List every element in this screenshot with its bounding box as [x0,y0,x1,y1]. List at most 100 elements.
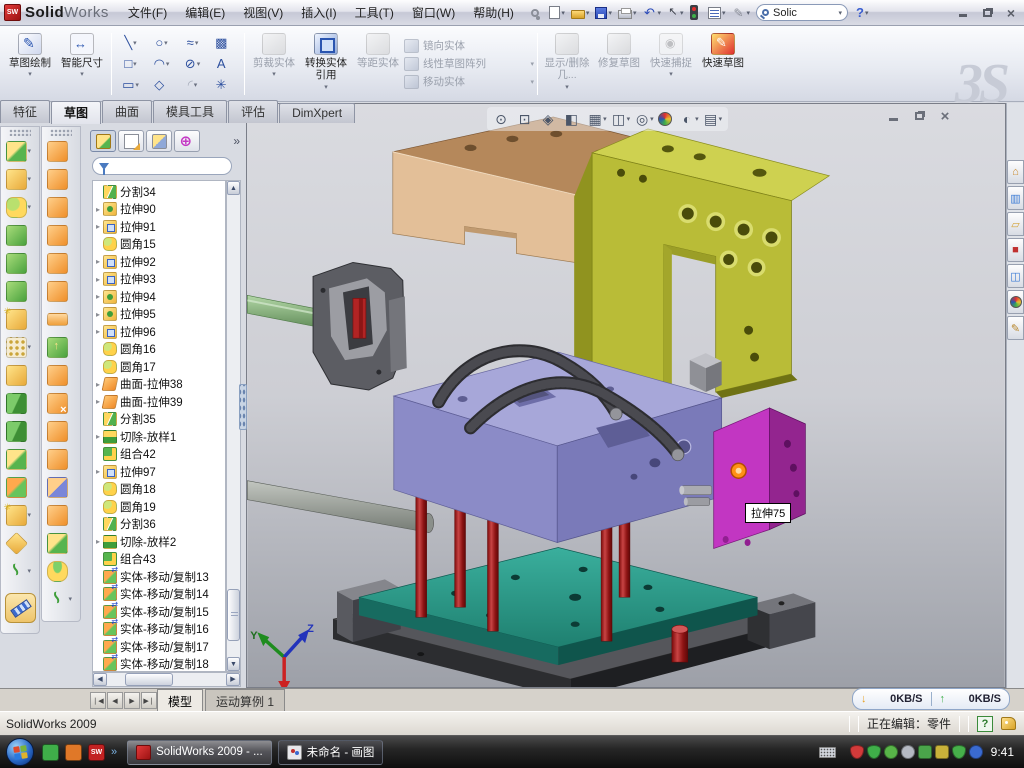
dropdown-arrow-icon[interactable]: ▾ [650,115,654,123]
view-tool-button[interactable]: ◎ ▾ [634,111,654,128]
view-tool-button[interactable]: ⊡ ▾ [517,111,537,128]
scroll-down-button[interactable]: ▼ [227,657,240,671]
dropdown-arrow-icon[interactable]: ▾ [680,9,684,17]
toolbar-button[interactable]: ↖ ▾ [665,3,686,23]
dropdown-arrow-icon[interactable]: ▾ [28,567,35,575]
menu-item[interactable]: 视图(V) [234,0,292,25]
quick-launch-icon[interactable] [42,744,59,761]
input-method-icon[interactable] [819,747,836,758]
ribbon-tab[interactable]: 草图 [51,101,101,124]
menu-item[interactable]: 插入(I) [292,0,345,25]
view-tool-button[interactable]: ◫ ▾ [611,111,631,128]
dropdown-arrow-icon[interactable]: ▾ [272,70,276,78]
toolbar-button[interactable]: ↶ ▾ [640,3,663,23]
surface-tool-button[interactable]: ▾ [42,417,80,445]
toolbar-button[interactable]: ▾ [529,3,546,23]
command-button[interactable]: 快速草图 ▾ [697,29,749,99]
dropdown-arrow-icon[interactable]: ▾ [28,343,35,351]
surface-tool-button[interactable]: ▾ [42,165,80,193]
tray-icon[interactable] [935,745,949,759]
feature-tool-button[interactable]: ▾ [1,389,39,417]
feature-tree-item[interactable]: ▸ 分割36 [93,516,225,534]
dropdown-arrow-icon[interactable]: ▾ [722,9,726,17]
scroll-up-button[interactable]: ▲ [227,181,240,195]
feature-tree-item[interactable]: ▸ 拉伸90 [93,201,225,219]
sketch-tool-button[interactable]: A ▾ [208,53,239,74]
dropdown-arrow-icon[interactable]: ▾ [586,9,590,17]
feature-tree-item[interactable]: ▸ 圆角19 [93,498,225,516]
tag-icon[interactable] [1001,717,1016,730]
dropdown-arrow-icon[interactable]: ▾ [135,81,139,89]
taskbar-clock[interactable]: 9:41 [991,745,1014,759]
feature-tree-item[interactable]: ▸ 拉伸94 [93,288,225,306]
feature-tree-item[interactable]: ▸ 拉伸95 [93,306,225,324]
expand-arrow-icon[interactable]: ▸ [93,310,103,319]
view-tool-button[interactable]: ▾ [658,112,676,126]
model-stop-pin[interactable] [672,625,688,662]
menu-item[interactable]: 窗口(W) [403,0,464,25]
expand-arrow-icon[interactable]: ▸ [93,275,103,284]
feature-tree-item[interactable]: ▸ 拉伸96 [93,323,225,341]
feature-tree-item[interactable]: ▸ 曲面-拉伸39 [93,393,225,411]
surface-tool-button[interactable]: ▾ [42,333,80,361]
dropdown-arrow-icon[interactable]: ▾ [603,115,607,123]
dropdown-arrow-icon[interactable]: ▾ [197,60,201,68]
task-pane-tab[interactable]: ◫ [1007,264,1024,288]
toolbar-button[interactable]: ▾ [593,3,614,23]
feature-tree-item[interactable]: ▸ 拉伸91 [93,218,225,236]
sketch-tool-button[interactable]: ≈ ▾ [177,32,208,53]
toolbar-drag-handle[interactable] [9,129,31,136]
toolbar-button[interactable]: ▾ [547,3,567,23]
help-dropdown-arrow-icon[interactable]: ▾ [865,9,869,17]
command-button[interactable]: 智能尺寸 ▾ [56,29,108,99]
feature-tree-item[interactable]: ▸ 切除-放样2 [93,533,225,551]
quick-tips-button[interactable]: ? [977,716,993,732]
tree-filter-box[interactable] [92,157,232,175]
menu-item[interactable]: 帮助(H) [464,0,523,25]
sketch-tool-button[interactable]: ⊘ ▾ [177,53,208,74]
surface-tool-button[interactable]: ▾ [42,501,80,529]
sketch-tool-button[interactable]: ╲ ▾ [115,32,146,53]
dropdown-arrow-icon[interactable]: ▾ [565,83,569,91]
panel-tab[interactable] [118,130,144,152]
feature-tool-button[interactable]: ▾ [1,165,39,193]
feature-tool-button[interactable]: ▾ [1,361,39,389]
surface-tool-button[interactable]: ▾ [42,361,80,389]
dropdown-arrow-icon[interactable]: ▾ [28,203,35,211]
tray-icon[interactable] [884,745,898,759]
dropdown-arrow-icon[interactable]: ▾ [133,39,137,47]
dropdown-arrow-icon[interactable]: ▾ [166,60,170,68]
panel-tab[interactable] [146,130,172,152]
search-input[interactable]: Solic [773,7,837,19]
panel-tab[interactable] [90,130,116,152]
expand-arrow-icon[interactable]: ▸ [93,537,103,546]
feature-tree-item[interactable]: ▸ 曲面-拉伸38 [93,376,225,394]
start-button[interactable] [6,738,34,766]
sketch-tool-button[interactable]: ◇ ▾ [146,74,177,95]
measure-tool-button[interactable] [5,593,36,623]
sketch-tool-button[interactable]: ✳ ▾ [208,74,239,95]
dropdown-arrow-icon[interactable]: ▾ [669,70,673,78]
dropdown-arrow-icon[interactable]: ▾ [561,9,565,17]
feature-tree-item[interactable]: ▸ 拉伸93 [93,271,225,289]
surface-tool-button[interactable]: ▾ [42,473,80,501]
panel-tab[interactable] [174,130,200,152]
dropdown-arrow-icon[interactable]: ▾ [195,39,199,47]
command-button[interactable]: 镜向实体 ▾ [404,38,534,53]
command-button[interactable]: 快速捕捉 ▾ [645,29,697,99]
close-button[interactable]: × [1002,5,1020,20]
toolbar-button[interactable]: ▾ [569,3,592,23]
expand-arrow-icon[interactable]: ▸ [93,467,103,476]
surface-tool-button[interactable]: ▾ [42,305,80,333]
search-dropdown-arrow-icon[interactable]: ▾ [839,9,843,17]
task-pane-tab[interactable]: ✎ [1007,316,1024,340]
task-pane-tab[interactable]: ▱ [1007,212,1024,236]
feature-tool-button[interactable]: ▾ [1,529,39,557]
surface-tool-button[interactable]: ▾ [42,585,80,613]
last-tab-button[interactable]: ▶❘ [141,692,157,709]
panel-splitter-handle[interactable] [239,384,247,430]
view-tool-button[interactable]: ⊙ ▾ [493,111,513,128]
tray-icon[interactable] [901,745,915,759]
sketch-tool-button[interactable]: ◜ ▾ [177,74,208,95]
feature-tree-item[interactable]: ▸ 切除-放样1 [93,428,225,446]
